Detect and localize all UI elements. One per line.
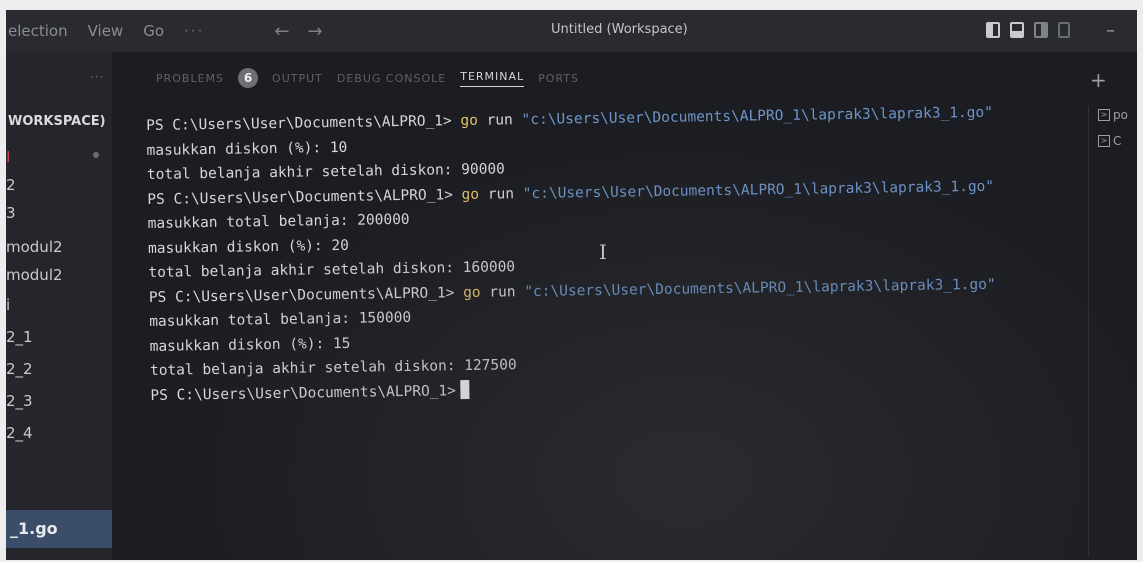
explorer-more-icon[interactable]: ··· <box>90 70 104 84</box>
terminal-list-label: po <box>1113 108 1128 122</box>
terminal-command: go <box>462 284 481 301</box>
layout-controls <box>986 22 1070 38</box>
terminal-args: run <box>487 185 515 203</box>
explorer-sidebar: ··· WORKSPACE) I 2 3 modul2 modul2 i 2_1… <box>6 52 112 560</box>
explorer-item[interactable]: i <box>6 296 10 314</box>
tab-problems[interactable]: PROBLEMS <box>156 72 224 85</box>
explorer-item[interactable]: 2_4 <box>6 424 33 442</box>
toggle-secondary-sidebar-icon[interactable] <box>1034 22 1048 38</box>
explorer-item-selected[interactable]: _1.go <box>6 510 112 548</box>
terminal-path: "c:\Users\User\Documents\ALPRO_1\laprak3… <box>524 276 996 300</box>
terminal-prompt: PS C:\Users\User\Documents\ALPRO_1> <box>150 382 457 404</box>
terminal-command: go <box>461 186 480 203</box>
terminal-list-label: C <box>1113 134 1122 148</box>
workspace-header[interactable]: WORKSPACE) <box>8 114 106 129</box>
terminal-icon: > <box>1098 109 1110 121</box>
terminal-prompt: PS C:\Users\User\Documents\ALPRO_1> <box>146 113 452 134</box>
terminal-args: run <box>489 283 516 301</box>
minimize-button[interactable]: – <box>1106 20 1115 41</box>
new-terminal-button[interactable]: + <box>1090 68 1107 92</box>
explorer-item[interactable]: 2_2 <box>6 360 33 378</box>
tab-debug-console[interactable]: DEBUG CONSOLE <box>337 72 446 85</box>
back-arrow-icon[interactable]: ← <box>274 21 289 42</box>
explorer-item[interactable]: I <box>6 148 10 166</box>
navigation: ← → <box>274 21 322 42</box>
terminal-command: go <box>460 112 479 130</box>
menu-go[interactable]: Go <box>143 22 164 40</box>
title-bar: election View Go ··· ← → Untitled (Works… <box>6 10 1137 52</box>
customize-layout-icon[interactable] <box>1058 22 1070 38</box>
terminal-list-divider <box>1088 106 1089 556</box>
explorer-item[interactable]: modul2 <box>6 266 63 284</box>
terminal-prompt: PS C:\Users\User\Documents\ALPRO_1> <box>148 284 455 306</box>
vscode-window: election View Go ··· ← → Untitled (Works… <box>6 10 1137 560</box>
problems-count-badge: 6 <box>238 68 259 88</box>
terminal-path: "c:\Users\User\Documents\ALPRO_1\laprak3… <box>522 178 995 202</box>
text-cursor-icon <box>459 379 470 399</box>
terminal-args: run <box>486 112 513 129</box>
terminal-prompt: PS C:\Users\User\Documents\ALPRO_1> <box>147 186 453 208</box>
menu-view[interactable]: View <box>88 22 124 40</box>
panel-tabs: PROBLEMS 6 OUTPUT DEBUG CONSOLE TERMINAL… <box>156 68 579 88</box>
explorer-item[interactable]: modul2 <box>6 238 63 256</box>
explorer-item[interactable]: 3 <box>6 204 16 222</box>
explorer-item[interactable]: 2_1 <box>6 328 33 346</box>
terminal-list-item[interactable]: > po <box>1098 108 1128 122</box>
terminal-output[interactable]: PS C:\Users\User\Documents\ALPRO_1> go r… <box>146 99 1081 434</box>
tab-output[interactable]: OUTPUT <box>272 72 323 85</box>
terminal-path: "c:\Users\User\Documents\ALPRO_1\laprak3… <box>521 104 994 129</box>
window-title: Untitled (Workspace) <box>551 22 688 37</box>
tab-terminal[interactable]: TERMINAL <box>460 70 525 87</box>
explorer-item[interactable]: 2_3 <box>6 392 33 410</box>
toggle-primary-sidebar-icon[interactable] <box>986 22 1000 38</box>
explorer-item[interactable]: 2 <box>6 176 16 194</box>
tab-ports[interactable]: PORTS <box>538 72 579 85</box>
forward-arrow-icon[interactable]: → <box>307 21 322 42</box>
toggle-panel-icon[interactable] <box>1010 22 1024 38</box>
mouse-ibeam-cursor-icon: I <box>599 240 607 264</box>
terminal-icon: > <box>1098 135 1110 147</box>
menu-bar: election View Go ··· <box>6 22 204 40</box>
menu-more-icon[interactable]: ··· <box>184 22 204 40</box>
menu-selection[interactable]: election <box>8 22 68 40</box>
terminal-list-item[interactable]: > C <box>1098 134 1121 148</box>
modified-dot-icon <box>93 152 99 158</box>
